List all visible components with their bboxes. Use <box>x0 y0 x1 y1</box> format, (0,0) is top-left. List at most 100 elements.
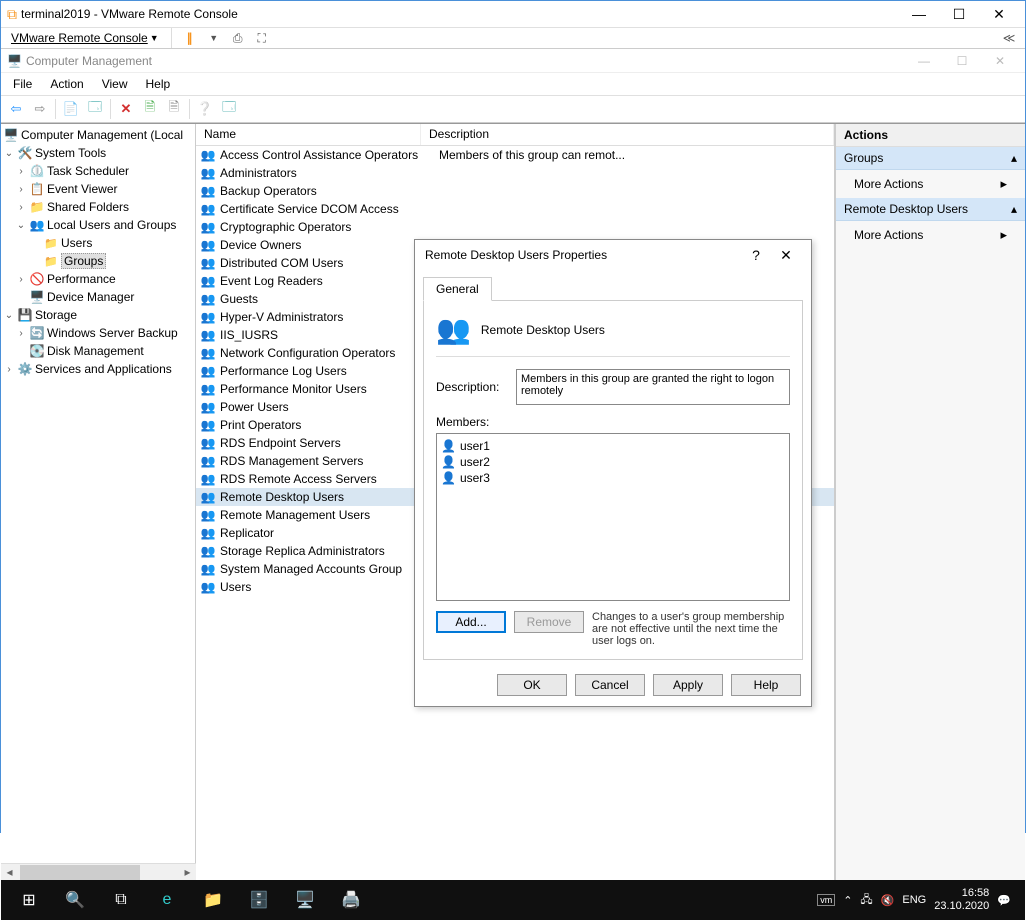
collapse-icon <box>1011 151 1017 165</box>
group-icon: 👥 <box>200 255 216 271</box>
pause-icon[interactable]: ∥ <box>180 28 200 48</box>
close-button[interactable]: ✕ <box>979 1 1019 27</box>
dialog-help-button[interactable]: ? <box>741 247 771 263</box>
cm-minimize-button[interactable]: — <box>905 50 943 72</box>
menu-view[interactable]: View <box>94 75 136 93</box>
cm-close-button[interactable]: ✕ <box>981 50 1019 72</box>
properties-icon[interactable]: 🗔 <box>84 98 106 120</box>
tree-users[interactable]: Users <box>1 234 195 252</box>
tray-vm-icon[interactable]: vm <box>817 894 835 906</box>
tree-storage[interactable]: ⌄💾Storage <box>1 306 195 324</box>
user-icon: 👤 <box>441 455 456 469</box>
refresh-icon[interactable]: 🗎 <box>139 98 161 120</box>
help-icon[interactable]: ❔ <box>194 98 216 120</box>
actions-groups-head[interactable]: Groups <box>836 147 1025 170</box>
tree-local-users-groups[interactable]: ⌄👥Local Users and Groups <box>1 216 195 234</box>
tray-clock[interactable]: 16:58 23.10.2020 <box>934 887 989 913</box>
group-name: Event Log Readers <box>220 274 435 288</box>
help-button[interactable]: Help <box>731 674 801 696</box>
group-icon: 👥 <box>200 507 216 523</box>
tab-general[interactable]: General <box>423 277 492 301</box>
tree-shared-folders[interactable]: ›📁Shared Folders <box>1 198 195 216</box>
cm-maximize-button[interactable]: ☐ <box>943 50 981 72</box>
member-name: user3 <box>460 471 490 485</box>
cancel-button[interactable]: Cancel <box>575 674 645 696</box>
group-icon: 👥 <box>200 453 216 469</box>
remove-button[interactable]: Remove <box>514 611 584 633</box>
forward-icon[interactable]: ⇨ <box>29 98 51 120</box>
member-item[interactable]: 👤user2 <box>441 454 785 470</box>
members-list[interactable]: 👤user1👤user2👤user3 <box>436 433 790 601</box>
group-name: Users <box>220 580 435 594</box>
navigation-tree[interactable]: 🖥️Computer Management (Local ⌄🛠️System T… <box>1 124 196 880</box>
add-button[interactable]: Add... <box>436 611 506 633</box>
description-input[interactable]: Members in this group are granted the ri… <box>516 369 790 405</box>
list-row[interactable]: 👥Backup Operators <box>196 182 834 200</box>
start-button[interactable]: ⊞ <box>7 880 51 920</box>
list-row[interactable]: 👥Certificate Service DCOM Access <box>196 200 834 218</box>
group-name: Hyper-V Administrators <box>220 310 435 324</box>
group-icon: 👥 <box>200 471 216 487</box>
fullscreen-icon[interactable]: ⛶ <box>252 28 272 48</box>
delete-icon[interactable]: ✕ <box>115 98 137 120</box>
list-row[interactable]: 👥Administrators <box>196 164 834 182</box>
export-icon[interactable]: 🗎 <box>163 98 185 120</box>
list-row[interactable]: 👥Access Control Assistance OperatorsMemb… <box>196 146 834 164</box>
member-item[interactable]: 👤user1 <box>441 438 785 454</box>
back-icon[interactable]: ⇦ <box>5 98 27 120</box>
tray-lang[interactable]: ENG <box>902 894 926 906</box>
collapse-icon[interactable]: ≪ <box>999 28 1019 48</box>
up-icon[interactable]: 📄 <box>60 98 82 120</box>
actions-rdu-head[interactable]: Remote Desktop Users <box>836 198 1025 221</box>
actions-rdu-more[interactable]: More Actions <box>836 221 1025 249</box>
cm-window-title: Computer Management <box>26 54 905 68</box>
group-icon: 👥 <box>200 237 216 253</box>
menu-file[interactable]: File <box>5 75 40 93</box>
cm-titlebar: 🖥️ Computer Management — ☐ ✕ <box>1 49 1025 73</box>
maximize-button[interactable]: ☐ <box>939 1 979 27</box>
tray-up-icon[interactable]: ⌃ <box>843 894 852 907</box>
col-name[interactable]: Name <box>196 124 421 145</box>
list-row[interactable]: 👥Cryptographic Operators <box>196 218 834 236</box>
tree-system-tools[interactable]: ⌄🛠️System Tools <box>1 144 195 162</box>
vmware-menu-label: VMware Remote Console <box>11 31 148 45</box>
tray-volume-icon[interactable]: 🔇 <box>881 894 895 907</box>
group-name: Access Control Assistance Operators <box>220 148 435 162</box>
search-icon[interactable]: 🔍 <box>53 880 97 920</box>
explorer-icon[interactable]: 📁 <box>191 880 235 920</box>
tray-notifications-icon[interactable]: 💬 <box>997 894 1011 907</box>
server-manager-icon[interactable]: 🗄️ <box>237 880 281 920</box>
actions-groups-more[interactable]: More Actions <box>836 170 1025 198</box>
tree-task-scheduler[interactable]: ›⏲️Task Scheduler <box>1 162 195 180</box>
tree-performance[interactable]: ›🚫Performance <box>1 270 195 288</box>
tree-event-viewer[interactable]: ›📋Event Viewer <box>1 180 195 198</box>
tree-root[interactable]: 🖥️Computer Management (Local <box>1 126 195 144</box>
description-label: Description: <box>436 380 506 394</box>
tree-device-manager[interactable]: 🖥️Device Manager <box>1 288 195 306</box>
action-panel-icon[interactable]: 🗔 <box>218 98 240 120</box>
app5-icon[interactable]: 🖨️ <box>329 880 373 920</box>
ok-button[interactable]: OK <box>497 674 567 696</box>
tree-wsb[interactable]: ›🔄Windows Server Backup <box>1 324 195 342</box>
apply-button[interactable]: Apply <box>653 674 723 696</box>
dialog-close-button[interactable]: ✕ <box>771 247 801 264</box>
tree-disk-mgmt[interactable]: 💽Disk Management <box>1 342 195 360</box>
send-ctrl-alt-del-icon[interactable]: ⎙ <box>228 28 248 48</box>
menu-help[interactable]: Help <box>138 75 179 93</box>
member-item[interactable]: 👤user3 <box>441 470 785 486</box>
ie-icon[interactable]: e <box>145 880 189 920</box>
group-name: Certificate Service DCOM Access <box>220 202 435 216</box>
power-dropdown-icon[interactable]: ▼ <box>204 28 224 48</box>
app4-icon[interactable]: 🖥️ <box>283 880 327 920</box>
menu-action[interactable]: Action <box>42 75 91 93</box>
group-name: Administrators <box>220 166 435 180</box>
vmware-menu-button[interactable]: VMware Remote Console ▼ <box>7 29 163 47</box>
tree-groups[interactable]: Groups <box>1 252 195 270</box>
col-description[interactable]: Description <box>421 124 834 145</box>
tree-services-apps[interactable]: ›⚙️Services and Applications <box>1 360 195 378</box>
group-name: RDS Remote Access Servers <box>220 472 435 486</box>
tray-network-icon[interactable]: 🖧 <box>860 891 872 910</box>
tree-scroll[interactable]: ◂▸ <box>1 863 196 880</box>
task-view-icon[interactable]: ⧉ <box>99 880 143 920</box>
minimize-button[interactable]: — <box>899 1 939 27</box>
